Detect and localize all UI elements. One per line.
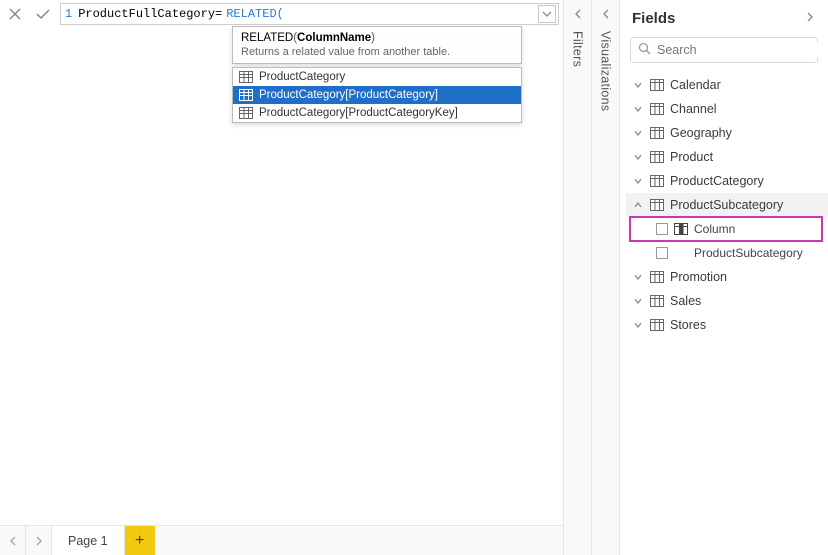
prev-page-button[interactable] (0, 526, 26, 555)
table-icon (239, 89, 253, 101)
report-canvas: 1 ProductFullCategory= RELATED( RELATED(C… (0, 0, 564, 555)
fields-header: Fields (620, 0, 828, 35)
filters-label: Filters (571, 31, 585, 67)
table-node-geography[interactable]: Geography (626, 121, 828, 145)
tooltip-func-name: RELATED (241, 32, 293, 44)
table-icon (239, 71, 253, 83)
table-node-productcategory[interactable]: ProductCategory (626, 169, 828, 193)
fields-search[interactable] (630, 37, 818, 63)
table-label: Sales (670, 294, 701, 308)
page-tabs: Page 1 + (0, 525, 563, 555)
add-page-button[interactable]: + (125, 526, 155, 555)
table-label: Stores (670, 318, 706, 332)
search-icon (638, 42, 651, 58)
suggestion-label: ProductCategory[ProductCategory] (259, 89, 438, 101)
field-label: ProductSubcategory (694, 246, 803, 260)
field-checkbox[interactable] (656, 247, 668, 259)
table-label: Geography (670, 126, 732, 140)
table-icon (650, 79, 664, 91)
table-label: Product (670, 150, 713, 164)
fields-title: Fields (632, 10, 675, 27)
visualizations-pane-collapsed[interactable]: Visualizations (592, 0, 620, 555)
next-page-button[interactable] (26, 526, 52, 555)
chevron-down-icon (632, 104, 644, 114)
suggestion-list: ProductCategory ProductCategory[ProductC… (232, 67, 522, 123)
table-node-channel[interactable]: Channel (626, 97, 828, 121)
table-icon (650, 295, 664, 307)
formula-text-func: RELATED( (226, 7, 284, 21)
table-label: Promotion (670, 270, 727, 284)
formula-input[interactable]: 1 ProductFullCategory= RELATED( (60, 3, 559, 25)
table-icon (650, 199, 664, 211)
table-label: ProductSubcategory (670, 198, 783, 212)
suggestion-item[interactable]: ProductCategory (233, 68, 521, 86)
intellisense-popup: RELATED(ColumnName) Returns a related va… (232, 26, 522, 123)
suggestion-label: ProductCategory[ProductCategoryKey] (259, 107, 458, 119)
table-node-product[interactable]: Product (626, 145, 828, 169)
chevron-down-icon (632, 128, 644, 138)
expand-icon (600, 8, 612, 23)
search-input[interactable] (657, 43, 818, 57)
collapse-fields-button[interactable] (804, 10, 816, 27)
chevron-up-icon (632, 200, 644, 210)
table-icon (239, 107, 253, 119)
chevron-down-icon (632, 296, 644, 306)
table-label: ProductCategory (670, 174, 764, 188)
table-icon (650, 319, 664, 331)
field-label: Column (694, 222, 735, 236)
table-node-stores[interactable]: Stores (626, 313, 828, 337)
chevron-down-icon (632, 176, 644, 186)
table-icon (650, 151, 664, 163)
table-icon (650, 175, 664, 187)
table-icon (650, 127, 664, 139)
field-checkbox[interactable] (656, 223, 668, 235)
formula-bar: 1 ProductFullCategory= RELATED( (0, 0, 563, 25)
line-number: 1 (65, 7, 72, 21)
field-row-column[interactable]: Column (630, 217, 822, 241)
table-node-promotion[interactable]: Promotion (626, 265, 828, 289)
visualizations-label: Visualizations (599, 31, 613, 111)
filters-pane-collapsed[interactable]: Filters (564, 0, 592, 555)
tables-tree: Calendar Channel Geography Product Produ (620, 73, 828, 555)
formula-expand-button[interactable] (538, 5, 556, 23)
suggestion-label: ProductCategory (259, 71, 345, 83)
formula-text-before: ProductFullCategory= (78, 7, 222, 21)
suggestion-item[interactable]: ProductCategory[ProductCategoryKey] (233, 104, 521, 122)
tooltip-description: Returns a related value from another tab… (241, 46, 513, 58)
cancel-formula-button[interactable] (4, 3, 26, 25)
table-node-productsubcategory[interactable]: ProductSubcategory (626, 193, 828, 217)
table-label: Channel (670, 102, 717, 116)
table-node-sales[interactable]: Sales (626, 289, 828, 313)
table-node-calendar[interactable]: Calendar (626, 73, 828, 97)
fields-pane: Fields Calendar Channel (620, 0, 828, 555)
chevron-down-icon (632, 320, 644, 330)
function-tooltip: RELATED(ColumnName) Returns a related va… (232, 26, 522, 64)
table-label: Calendar (670, 78, 721, 92)
table-icon (650, 271, 664, 283)
expand-icon (572, 8, 584, 23)
suggestion-item[interactable]: ProductCategory[ProductCategory] (233, 86, 521, 104)
page-tab[interactable]: Page 1 (52, 526, 125, 555)
calculated-column-icon (674, 223, 688, 235)
chevron-down-icon (632, 152, 644, 162)
table-icon (650, 103, 664, 115)
tooltip-param: ColumnName (297, 32, 371, 44)
field-row-productsubcategory[interactable]: ProductSubcategory (626, 241, 828, 265)
chevron-down-icon (632, 80, 644, 90)
chevron-down-icon (632, 272, 644, 282)
commit-formula-button[interactable] (32, 3, 54, 25)
